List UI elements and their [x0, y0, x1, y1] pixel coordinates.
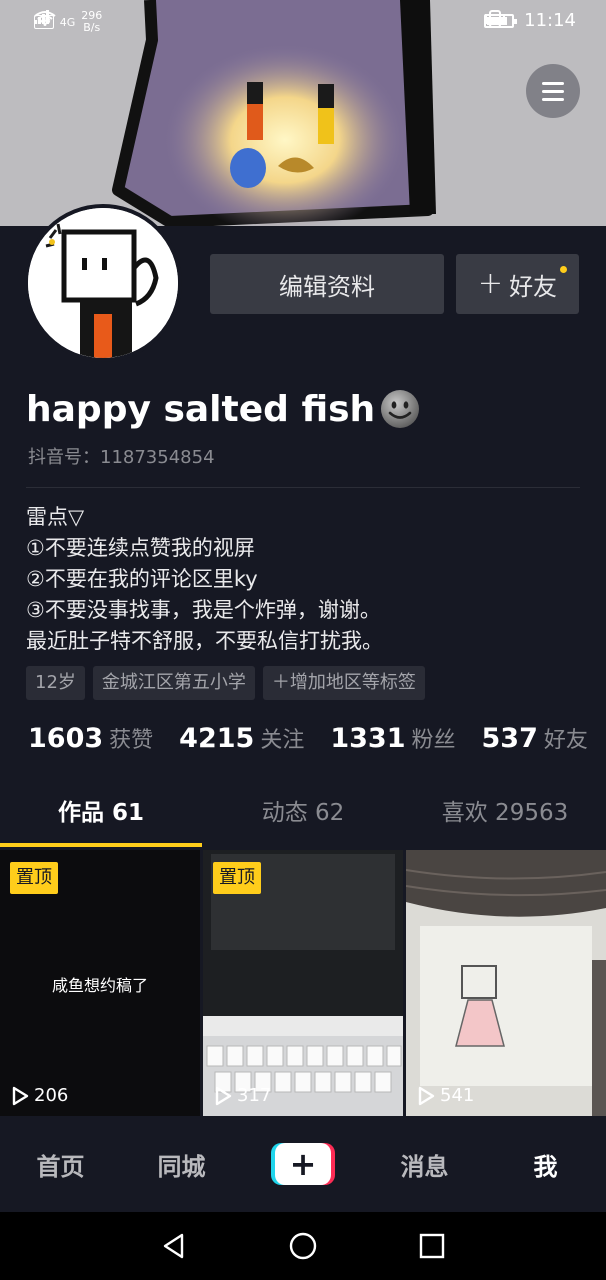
nickname-text: happy salted fish — [26, 388, 376, 430]
pinned-badge: 置顶 — [213, 862, 261, 894]
video-thumbnail-image — [406, 850, 606, 1116]
edit-profile-button[interactable]: 编辑资料 — [210, 254, 444, 314]
tag-age[interactable]: 12岁 — [26, 666, 85, 700]
play-count: 541 — [416, 1085, 474, 1106]
home-icon[interactable] — [288, 1231, 318, 1261]
play-count-value: 541 — [440, 1085, 475, 1106]
profile-tags: 12岁 金城江区第五小学 ＋增加地区等标签 — [26, 666, 425, 700]
video-thumbnail[interactable]: 咸鱼想约稿了 置顶 206 — [0, 850, 200, 1116]
video-caption: 咸鱼想约稿了 — [51, 976, 148, 995]
bio: 雷点▽ ①不要连续点赞我的视屏 ②不要在我的评论区里ky ③不要没事找事，我是个… — [26, 502, 383, 657]
recents-icon[interactable] — [418, 1232, 446, 1260]
battery-icon — [484, 13, 518, 28]
tab-active-indicator — [0, 843, 202, 847]
notification-dot — [560, 266, 567, 273]
bio-line: ②不要在我的评论区里ky — [26, 567, 258, 591]
video-grid: 咸鱼想约稿了 置顶 206 置顶 317 541 — [0, 850, 606, 1116]
douyin-id[interactable]: 抖音号：1187354854 — [28, 443, 215, 469]
nav-nearby[interactable]: 同城 — [121, 1147, 242, 1182]
stat-value: 4215 — [179, 723, 255, 754]
video-thumbnail[interactable]: 541 — [406, 850, 606, 1116]
video-thumbnail[interactable]: 置顶 317 — [203, 850, 403, 1116]
create-video-button[interactable]: + — [271, 1143, 335, 1185]
add-friend-label: 好友 — [509, 272, 558, 301]
bio-line: 雷点▽ — [26, 505, 85, 529]
pinned-badge: 置顶 — [10, 862, 58, 894]
content-tabs: 作品 61 动态 62 喜欢 29563 — [0, 790, 606, 846]
stat-following[interactable]: 4215 关注 — [179, 722, 304, 754]
add-friend-button[interactable]: + 好友 — [456, 254, 579, 314]
plus-icon: + — [477, 266, 504, 301]
profile-banner[interactable]: HD 4G 296 B/s — [0, 0, 606, 226]
stat-value: 1603 — [28, 723, 104, 754]
network-speed: 296 B/s — [81, 10, 102, 34]
play-icon — [12, 1086, 29, 1105]
stat-friends[interactable]: 537 好友 — [482, 722, 588, 754]
tag-add-region[interactable]: ＋增加地区等标签 — [262, 666, 425, 700]
profile-nickname: happy salted fish — [26, 388, 421, 430]
status-bar: HD 4G 296 B/s — [0, 0, 606, 46]
stat-value: 1331 — [330, 723, 406, 754]
nav-home[interactable]: 首页 — [0, 1147, 121, 1182]
menu-icon-bar — [542, 81, 564, 85]
wifi-icon — [34, 11, 56, 26]
back-icon[interactable] — [160, 1232, 188, 1260]
menu-button[interactable] — [526, 64, 580, 118]
tab-works[interactable]: 作品 61 — [0, 790, 202, 846]
nav-me[interactable]: 我 — [485, 1147, 606, 1182]
menu-icon-bar — [542, 97, 564, 101]
play-count-value: 317 — [237, 1085, 272, 1106]
divider — [26, 487, 580, 488]
play-icon — [418, 1086, 435, 1105]
menu-icon-bar — [542, 89, 564, 93]
avatar[interactable] — [24, 204, 182, 362]
bottom-navigation: 首页 同城 + 消息 我 — [0, 1116, 606, 1212]
nav-messages[interactable]: 消息 — [364, 1147, 485, 1182]
profile-stats: 1603 获赞 4215 关注 1331 粉丝 537 好友 — [28, 722, 588, 754]
bio-line: 最近肚子特不舒服，不要私信打扰我。 — [26, 629, 383, 653]
tab-likes[interactable]: 喜欢 29563 — [404, 790, 606, 846]
nav-add: + — [242, 1143, 364, 1185]
stat-label: 好友 — [543, 728, 588, 753]
stat-value: 537 — [481, 723, 538, 754]
play-count: 317 — [213, 1085, 271, 1106]
system-navigation-bar — [0, 1212, 606, 1280]
stat-label: 关注 — [260, 728, 305, 753]
plus-icon: + — [275, 1143, 331, 1185]
bio-line: ①不要连续点赞我的视屏 — [26, 536, 255, 560]
tab-activity[interactable]: 动态 62 — [202, 790, 404, 846]
stat-followers[interactable]: 1331 粉丝 — [330, 722, 455, 754]
clock: 11:14 — [524, 10, 576, 31]
play-icon — [215, 1086, 232, 1105]
play-count: 206 — [10, 1085, 68, 1106]
speed-unit: B/s — [83, 21, 101, 34]
bio-line: ③不要没事找事，我是个炸弹，谢谢。 — [26, 598, 381, 622]
avatar-drawing — [28, 208, 178, 358]
play-count-value: 206 — [34, 1085, 69, 1106]
smiley-emoji-icon — [381, 390, 420, 428]
network-label: 4G — [59, 15, 76, 29]
stat-label: 粉丝 — [411, 728, 456, 753]
stat-likes[interactable]: 1603 获赞 — [28, 722, 153, 754]
stat-label: 获赞 — [109, 728, 154, 753]
tag-school[interactable]: 金城江区第五小学 — [92, 666, 255, 700]
